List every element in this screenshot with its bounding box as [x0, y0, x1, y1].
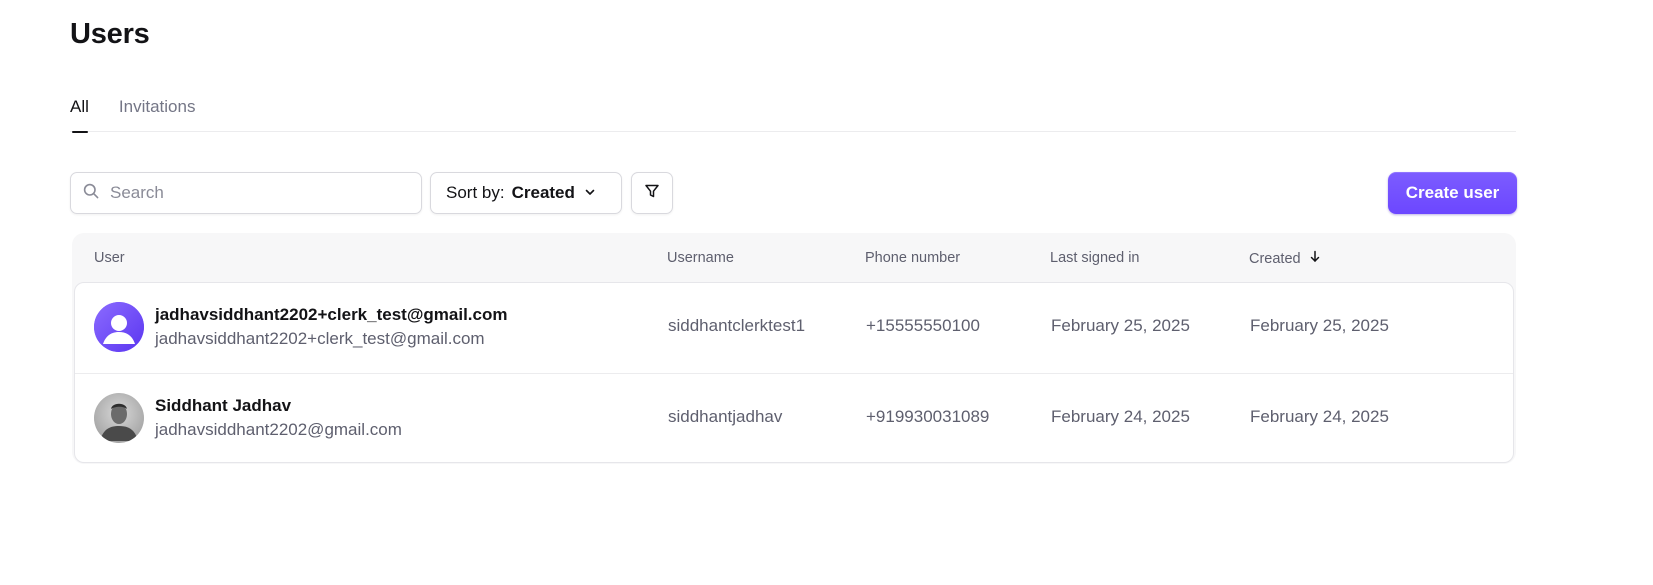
- tab-bar: All Invitations: [70, 96, 1516, 133]
- users-table: User Username Phone number Last signed i…: [72, 233, 1516, 464]
- arrow-down-icon: [1301, 250, 1321, 267]
- table-row[interactable]: jadhavsiddhant2202+clerk_test@gmail.com …: [75, 283, 1513, 373]
- username-cell: siddhantclerktest1: [668, 316, 806, 335]
- sort-value: Created: [511, 183, 575, 202]
- chevron-down-icon: [575, 183, 596, 203]
- filter-button[interactable]: [631, 172, 673, 214]
- table-body: jadhavsiddhant2202+clerk_test@gmail.com …: [74, 282, 1514, 463]
- phone-cell: +919930031089: [866, 407, 990, 426]
- search-icon: [83, 183, 99, 204]
- create-user-button[interactable]: Create user: [1388, 172, 1517, 214]
- column-header-last-signed-in[interactable]: Last signed in: [1050, 250, 1139, 266]
- avatar: [94, 393, 144, 443]
- table-header: User Username Phone number Last signed i…: [72, 233, 1516, 283]
- column-header-created[interactable]: Created: [1249, 250, 1321, 267]
- username-cell: siddhantjadhav: [668, 407, 783, 426]
- user-full-name: Siddhant Jadhav: [155, 396, 292, 415]
- avatar: [94, 302, 144, 352]
- column-header-created-label: Created: [1249, 250, 1301, 267]
- toolbar: Sort by: Created Create user: [70, 172, 1517, 214]
- tab-all[interactable]: All: [70, 96, 89, 133]
- page-title: Users: [70, 18, 150, 50]
- last-signed-in-cell: February 25, 2025: [1051, 316, 1190, 335]
- sort-label: Sort by:: [446, 183, 505, 202]
- sort-dropdown[interactable]: Sort by: Created: [430, 172, 622, 214]
- search-box[interactable]: [70, 172, 422, 214]
- filter-icon: [644, 183, 660, 204]
- last-signed-in-cell: February 24, 2025: [1051, 407, 1190, 426]
- default-user-avatar-icon: [94, 302, 144, 352]
- user-email: jadhavsiddhant2202@gmail.com: [155, 420, 402, 439]
- created-cell: February 24, 2025: [1250, 407, 1389, 426]
- created-cell: February 25, 2025: [1250, 316, 1389, 335]
- user-email: jadhavsiddhant2202+clerk_test@gmail.com: [155, 329, 485, 348]
- tab-invitations[interactable]: Invitations: [119, 96, 196, 132]
- user-primary-identifier: jadhavsiddhant2202+clerk_test@gmail.com: [155, 305, 508, 324]
- phone-cell: +15555550100: [866, 316, 980, 335]
- column-header-phone[interactable]: Phone number: [865, 250, 960, 266]
- column-header-user[interactable]: User: [94, 250, 125, 266]
- profile-photo-icon: [94, 393, 144, 443]
- search-input[interactable]: [110, 183, 400, 203]
- column-header-username[interactable]: Username: [667, 250, 734, 266]
- table-row[interactable]: Siddhant Jadhav jadhavsiddhant2202@gmail…: [75, 373, 1513, 462]
